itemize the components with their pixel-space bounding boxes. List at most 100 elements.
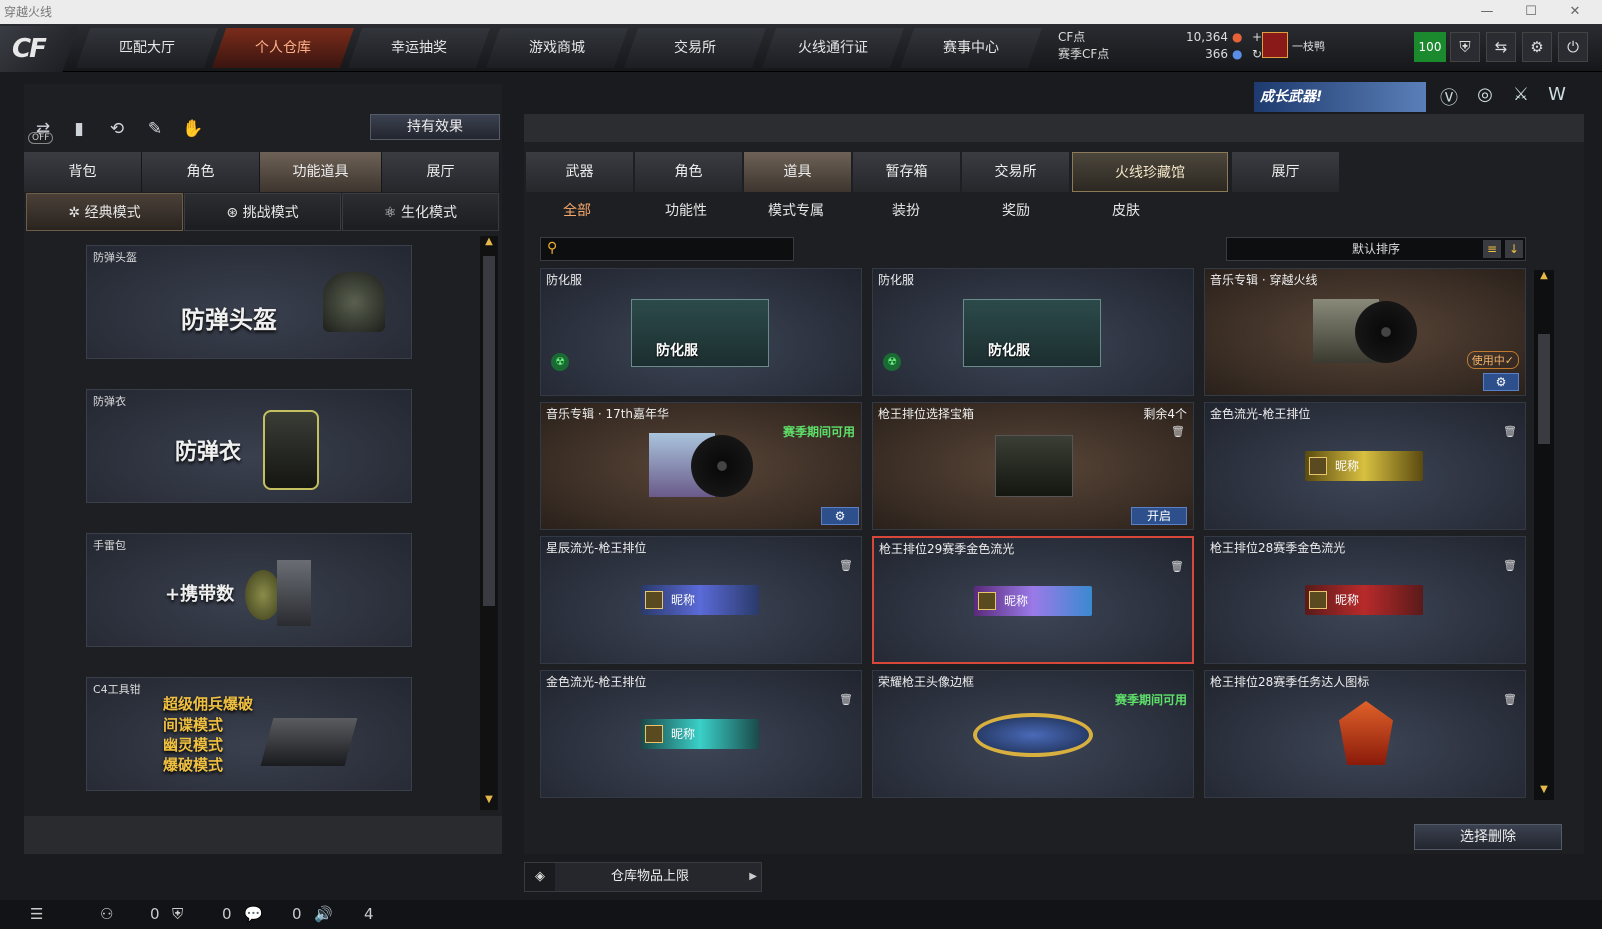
item-card[interactable]: 枪王排位28赛季任务达人图标 🗑 [1204,670,1526,798]
mode-challenge[interactable]: ⊛ 挑战模式 [184,193,341,231]
clan-icon[interactable]: ⛨ [172,905,183,923]
scroll-up-icon[interactable]: ▲ [1537,270,1551,286]
mode-zombie[interactable]: ⚛ 生化模式 [342,193,499,231]
trash-icon[interactable]: 🗑 [1171,425,1185,439]
power-icon[interactable]: ⏻ [1558,32,1588,62]
nav-tab-match-hall[interactable]: 匹配大厅 [76,28,218,68]
nav-tab-warehouse[interactable]: 个人仓库 [212,28,354,68]
right-scrollbar[interactable]: ▲ ▼ [1534,270,1554,800]
hazmat-suit-art: 防化服 [963,299,1101,367]
item-helmet[interactable]: 防弹头盔 防弹头盔 [86,245,412,359]
sword-icon[interactable]: ⚔ [1508,84,1534,110]
item-c4-pliers[interactable]: C4工具钳 超级佣兵爆破 间谍模式 幽灵模式 爆破模式 [86,677,412,791]
hand-icon[interactable]: ✋ [180,116,206,142]
trash-icon[interactable]: 🗑 [839,559,853,573]
exit-icon[interactable]: ⇆ [1486,32,1516,62]
vinyl-disc-icon [691,435,753,497]
item-card[interactable]: 防化服 防化服 ☢ [872,268,1194,396]
level-badge[interactable]: 100 [1414,32,1446,62]
wings-icon[interactable]: W [1544,84,1570,110]
nav-tab-shop[interactable]: 游戏商城 [486,28,628,68]
subtab-mode-exclusive[interactable]: 模式专属 [756,200,836,220]
item-card-selected[interactable]: 枪王排位29赛季金色流光 🗑 昵称 [872,536,1194,664]
tab-showroom[interactable]: 展厅 [382,152,500,192]
nickname-text: 昵称 [1335,593,1360,607]
expand-arrow-icon[interactable]: ▶ [749,863,757,891]
subtab-rewards[interactable]: 奖励 [976,200,1056,220]
left-scroll-thumb[interactable] [483,256,495,606]
trash-icon[interactable]: 🗑 [1503,425,1517,439]
item-card[interactable]: 防化服 防化服 ☢ [540,268,862,396]
maximize-button[interactable]: ☐ [1516,0,1546,24]
rtab-character[interactable]: 角色 [635,152,742,192]
nav-tab-exchange[interactable]: 交易所 [624,28,766,68]
spray-icon[interactable]: ✎ [142,116,168,142]
item-card[interactable]: 金色流光-枪王排位 🗑 昵称 [540,670,862,798]
list-icon[interactable]: ≡ [1483,240,1501,258]
badge-v-icon[interactable]: Ⓥ [1436,84,1462,110]
select-delete-button[interactable]: 选择删除 [1414,824,1562,850]
item-grenade-pack[interactable]: 手雷包 +携带数 [86,533,412,647]
growth-weapon-banner[interactable]: 成长武器! [1254,82,1426,112]
scroll-down-icon[interactable]: ▼ [482,794,496,810]
rtab-weapons[interactable]: 武器 [526,152,633,192]
tab-function-items[interactable]: 功能道具 [260,152,382,192]
item-card[interactable]: 金色流光-枪王排位 🗑 昵称 [1204,402,1526,530]
capacity-bar[interactable]: ◈ 仓库物品上限 ▶ [524,862,762,892]
scroll-down-icon[interactable]: ▼ [1537,784,1551,800]
item-card[interactable]: 音乐专辑 · 穿越火线 使用中✓ ⚙ [1204,268,1526,396]
helmet-icon [323,272,385,332]
nav-tab-events[interactable]: 赛事中心 [900,28,1042,68]
sort-desc-icon[interactable]: ↓ [1505,240,1523,258]
effects-button[interactable]: 持有效果 [370,114,500,140]
globe-icon[interactable]: ◎ [1472,84,1498,110]
rtab-items[interactable]: 道具 [744,152,851,192]
trash-icon[interactable]: 🗑 [1503,559,1517,573]
item-card[interactable]: 星辰流光-枪王排位 🗑 昵称 [540,536,862,664]
scroll-up-icon[interactable]: ▲ [482,236,496,252]
nav-tab-pass[interactable]: 火线通行证 [762,28,904,68]
card-title: 音乐专辑 · 17th嘉年华 [546,407,670,421]
item-card[interactable]: 枪王排位选择宝箱 剩余4个 🗑 开启 [872,402,1194,530]
speaker-icon[interactable]: 🔊 [314,905,333,923]
gear-icon[interactable]: ⚙ [1522,32,1552,62]
right-scroll-thumb[interactable] [1538,334,1550,444]
rtab-storage[interactable]: 暂存箱 [853,152,960,192]
mode-classic[interactable]: ✲ 经典模式 [26,193,183,231]
tab-backpack[interactable]: 背包 [24,152,142,192]
subtab-all[interactable]: 全部 [537,200,617,220]
close-button[interactable]: ✕ [1560,0,1590,24]
shield-icon[interactable]: ⛨ [1450,32,1480,62]
subtab-outfit[interactable]: 装扮 [866,200,946,220]
refresh-button[interactable]: ↻ [1252,46,1262,63]
item-vest[interactable]: 防弹衣 防弹衣 [86,389,412,503]
rtab-collection[interactable]: 火线珍藏馆 [1072,152,1228,192]
tab-character[interactable]: 角色 [142,152,260,192]
search-input[interactable]: ⚲ [540,237,794,261]
stats-icon[interactable]: ▮ [66,116,92,142]
trash-icon[interactable]: 🗑 [1170,560,1184,574]
trash-icon[interactable]: 🗑 [839,693,853,707]
item-card[interactable]: 荣耀枪王头像边框 赛季期间可用 [872,670,1194,798]
card-settings-button[interactable]: ⚙ [1483,373,1519,391]
open-button[interactable]: 开启 [1131,507,1187,525]
menu-icon[interactable]: ☰ [30,905,43,923]
subtab-skins[interactable]: 皮肤 [1086,200,1166,220]
left-scrollbar[interactable]: ▲ ▼ [480,236,498,810]
friends-icon[interactable]: ⚇ [100,905,113,923]
add-cf-button[interactable]: + [1252,29,1262,46]
item-label: 手雷包 [93,539,126,552]
item-card[interactable]: 枪王排位28赛季金色流光 🗑 昵称 [1204,536,1526,664]
trash-icon[interactable]: 🗑 [1503,693,1517,707]
card-settings-button[interactable]: ⚙ [821,507,859,525]
sort-dropdown[interactable]: 默认排序 ≡ ↓ [1226,237,1526,261]
card-title: 金色流光-枪王排位 [546,675,647,689]
rtab-exchange[interactable]: 交易所 [962,152,1069,192]
history-icon[interactable]: ⟲ [104,116,130,142]
item-card[interactable]: 音乐专辑 · 17th嘉年华 赛季期间可用 ⚙ [540,402,862,530]
minimize-button[interactable]: — [1472,0,1502,24]
rtab-showroom[interactable]: 展厅 [1232,152,1339,192]
nav-tab-lottery[interactable]: 幸运抽奖 [348,28,490,68]
subtab-functional[interactable]: 功能性 [646,200,726,220]
chat-icon[interactable]: 💬 [244,905,263,923]
